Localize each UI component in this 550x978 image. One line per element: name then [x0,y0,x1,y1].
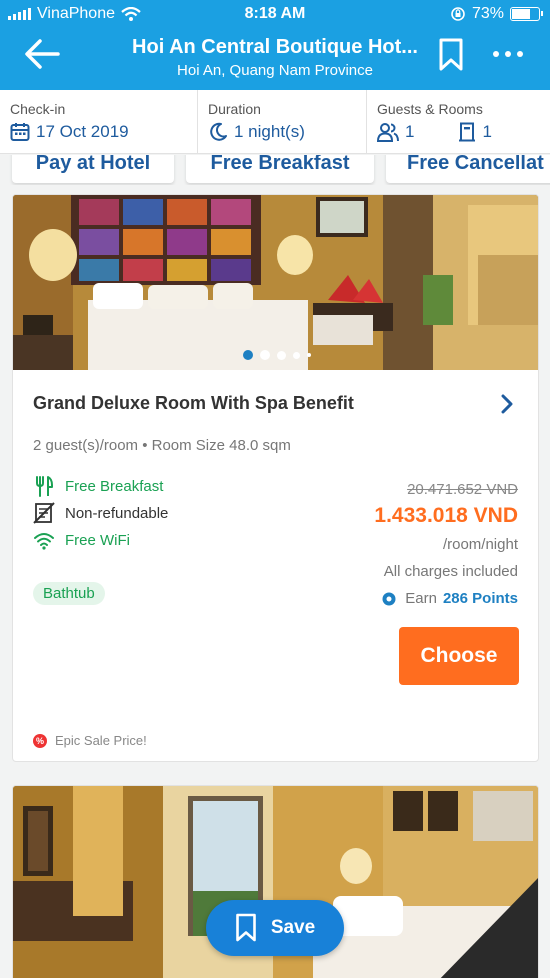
battery-percent: 73% [471,5,504,22]
feature-label: Free WiFi [65,531,130,549]
hotel-title: Hoi An Central Boutique Hot... [132,36,418,58]
amenity-tag: Bathtub [33,582,105,605]
duration-label: Duration [208,101,261,117]
guests-rooms-field[interactable]: Guests & Rooms 1 1 [367,90,550,154]
checkin-label: Check-in [10,101,66,117]
duration-field[interactable]: Duration 1 night(s) [198,90,366,154]
feature-free-breakfast: Free Breakfast [33,475,163,497]
carousel-dots[interactable] [13,350,538,360]
carousel-dot[interactable] [242,350,253,360]
room-details: 2 guest(s)/room • Room Size 48.0 sqm [33,437,291,454]
guests-label: Guests & Rooms [377,101,483,117]
more-dots-icon[interactable] [490,42,526,66]
door-icon [459,122,476,142]
status-bar: VinaPhone 8:18 AM 73% [0,0,550,28]
carousel-dot[interactable] [306,353,311,357]
carousel-dot[interactable] [276,350,286,360]
header-title-block: Hoi An Central Boutique Hot... Hoi An, Q… [90,36,460,79]
current-price: 1.433.018 VND [374,504,518,527]
sale-badge-icon: % [33,733,47,748]
filter-chips: Pay at Hotel Free Breakfast Free Cancell… [0,155,550,185]
hotel-location: Hoi An, Quang Nam Province [177,62,373,79]
sale-note: % Epic Sale Price! [33,733,147,748]
charges-note: All charges included [383,563,518,580]
checkin-field[interactable]: Check-in 17 Oct 2019 [0,90,197,154]
save-label: Save [270,917,316,938]
earn-points: Earn 286 Points [374,590,518,607]
feature-non-refundable: Non-refundable [33,502,168,524]
filter-chip-pay-at-hotel[interactable]: Pay at Hotel [12,155,174,183]
cutlery-icon [36,476,53,497]
feature-free-wifi: Free WiFi [33,529,130,551]
rotation-lock-icon [451,7,465,21]
feature-label: Free Breakfast [65,477,164,495]
calendar-icon [10,123,30,141]
room-photo-carousel[interactable] [13,195,538,370]
guests-icon [377,123,399,142]
non-refundable-icon [33,502,55,524]
search-summary-bar: Check-in 17 Oct 2019 Duration 1 night(s)… [0,90,550,154]
price-block: 20.471.652 VND 1.433.018 VND /room/night… [374,481,518,607]
bookmark-icon[interactable] [438,38,464,72]
battery-icon [510,7,543,21]
guests-value: 1 [405,122,415,141]
feature-label: Non-refundable [65,504,169,522]
earn-prefix: Earn [405,590,437,607]
price-unit: /room/night [442,536,518,553]
original-price: 20.471.652 VND [407,481,518,498]
duration-value: 1 night(s) [234,122,305,141]
room-card[interactable]: Grand Deluxe Room With Spa Benefit 2 gue… [12,194,539,762]
moon-icon [210,122,227,141]
rooms-value: 1 [482,122,492,141]
choose-button[interactable]: Choose [399,627,519,685]
points-value: 286 Points [442,590,518,607]
checkin-value: 17 Oct 2019 [36,122,129,141]
bookmark-icon [236,913,256,942]
sale-label: Epic Sale Price! [55,733,147,748]
carousel-dot[interactable] [259,350,270,360]
room-photo [13,195,538,370]
wifi-icon [34,533,54,550]
chevron-right-icon[interactable] [499,393,515,415]
arrow-left-icon[interactable] [22,36,62,72]
filter-chip-free-breakfast[interactable]: Free Breakfast [186,155,374,183]
save-button[interactable]: Save [206,900,344,956]
points-icon [382,592,396,605]
carousel-dot[interactable] [292,351,300,359]
app-header: VinaPhone 8:18 AM 73% Hoi An Central Bou… [0,0,550,90]
filter-chip-free-cancellation[interactable]: Free Cancellat [386,155,550,183]
room-name[interactable]: Grand Deluxe Room With Spa Benefit [33,393,354,414]
